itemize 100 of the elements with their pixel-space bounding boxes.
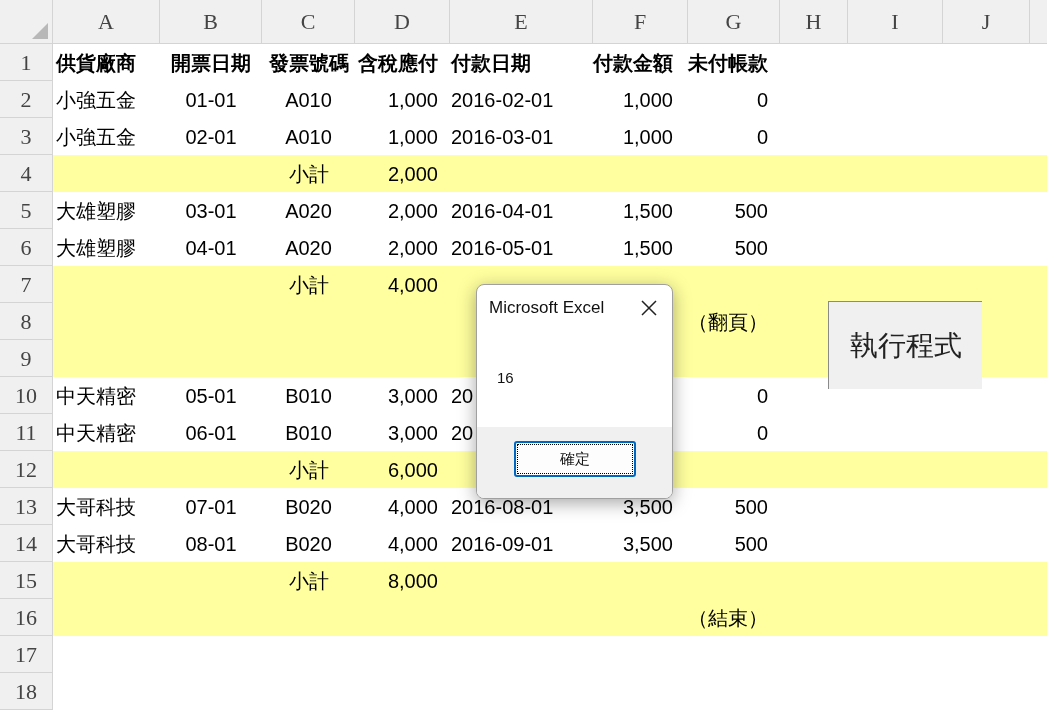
row-header[interactable]: 18	[0, 673, 53, 710]
table-cell-text: 8,000	[387, 568, 438, 594]
table-cell-text: 500	[734, 531, 768, 557]
row-header[interactable]: 4	[0, 155, 53, 192]
table-cell-text: 3,000	[387, 420, 438, 446]
table-cell-text: 大雄塑膠	[56, 235, 136, 261]
column-header[interactable]: A	[53, 0, 160, 43]
column-title: 含稅應付	[358, 50, 438, 76]
table-cell-text: 2016-04-01	[451, 198, 554, 224]
column-title: 未付帳款	[688, 50, 768, 76]
table-cell-text: A010	[285, 124, 332, 150]
table-cell-text: 3,500	[622, 494, 673, 520]
table-cell-text: B010	[285, 383, 332, 409]
table-cell-text: 小計	[288, 568, 329, 594]
table-cell-text: 01-01	[185, 87, 237, 113]
dialog-title: Microsoft Excel	[489, 297, 605, 319]
table-cell-text: 1,000	[622, 87, 673, 113]
table-cell-text: 0	[756, 383, 768, 409]
table-cell-text: 4,000	[387, 494, 438, 520]
table-cell-text: 1,000	[622, 124, 673, 150]
table-cell-text: 04-01	[185, 235, 237, 261]
row-header[interactable]: 12	[0, 451, 53, 488]
table-cell-text: （翻頁）	[688, 309, 768, 335]
row-header[interactable]: 13	[0, 488, 53, 525]
row-header[interactable]: 14	[0, 525, 53, 562]
row-header[interactable]: 16	[0, 599, 53, 636]
column-title: 發票號碼	[268, 50, 349, 76]
table-cell-text: B020	[285, 494, 332, 520]
table-cell-text: 02-01	[185, 124, 237, 150]
table-cell-text: A010	[285, 87, 332, 113]
corner-triangle-icon	[32, 23, 48, 39]
row-header[interactable]: 17	[0, 636, 53, 673]
table-cell-text: 3,000	[387, 383, 438, 409]
column-header[interactable]: G	[688, 0, 780, 43]
row-header[interactable]: 9	[0, 340, 53, 377]
table-cell-text: 500	[734, 198, 768, 224]
column-header[interactable]: E	[450, 0, 593, 43]
row-header[interactable]: 15	[0, 562, 53, 599]
column-header[interactable]: J	[943, 0, 1030, 43]
row-header[interactable]: 7	[0, 266, 53, 303]
table-cell-text: 3,500	[622, 531, 673, 557]
table-cell-text: 小計	[288, 161, 329, 187]
table-cell-text: 0	[756, 124, 768, 150]
table-cell-text: B020	[285, 531, 332, 557]
table-cell-text: 2016-08-01	[451, 494, 554, 520]
column-header[interactable]: C	[262, 0, 355, 43]
table-cell-text: 大哥科技	[56, 531, 136, 557]
table-cell-text: 中天精密	[56, 383, 136, 409]
column-title: 付款金額	[593, 50, 673, 76]
row-header[interactable]: 10	[0, 377, 53, 414]
table-cell-text: 2016-03-01	[451, 124, 554, 150]
table-cell-text: A020	[285, 198, 332, 224]
column-title: 付款日期	[451, 50, 531, 76]
table-cell-text: 2016-09-01	[451, 531, 554, 557]
table-cell-text: 1,000	[387, 124, 438, 150]
table-cell-text: 小強五金	[56, 124, 136, 150]
row-header[interactable]: 5	[0, 192, 53, 229]
table-cell-text: 08-01	[185, 531, 237, 557]
table-cell-text: 1,500	[622, 198, 673, 224]
table-cell-text: 2016-05-01	[451, 235, 554, 261]
column-header[interactable]: I	[848, 0, 943, 43]
row-header[interactable]: 1	[0, 44, 53, 81]
table-cell-text: 中天精密	[56, 420, 136, 446]
table-cell-text: 6,000	[387, 457, 438, 483]
table-cell-text: 4,000	[387, 272, 438, 298]
column-header[interactable]: D	[355, 0, 450, 43]
table-cell-text: 2016-02-01	[451, 87, 554, 113]
table-cell-text: 07-01	[185, 494, 237, 520]
table-cell-text: 0	[756, 420, 768, 446]
table-cell-text: B010	[285, 420, 332, 446]
table-cell-text: 500	[734, 235, 768, 261]
row-header[interactable]: 2	[0, 81, 53, 118]
table-cell-text: 0	[756, 87, 768, 113]
row-header[interactable]: 3	[0, 118, 53, 155]
column-title: 供貨廠商	[56, 50, 136, 76]
column-header[interactable]: B	[160, 0, 262, 43]
table-cell-text: 2,000	[387, 235, 438, 261]
table-cell-text: 05-01	[185, 383, 237, 409]
table-cell-text: 03-01	[185, 198, 237, 224]
table-cell-text: 1,000	[387, 87, 438, 113]
table-cell-text: A020	[285, 235, 332, 261]
table-cell-text: 大雄塑膠	[56, 198, 136, 224]
column-title: 開票日期	[171, 50, 251, 76]
row-header[interactable]: 6	[0, 229, 53, 266]
column-header[interactable]: F	[593, 0, 688, 43]
table-cell-text: 小計	[288, 272, 329, 298]
table-cell-text: 大哥科技	[56, 494, 136, 520]
table-cell-text: （結束）	[688, 605, 768, 631]
run-macro-button[interactable]: 執行程式	[828, 301, 982, 389]
row-header[interactable]: 11	[0, 414, 53, 451]
table-cell-text: 小強五金	[56, 87, 136, 113]
table-cell-text: 20	[451, 383, 474, 409]
table-cell-text: 4,000	[387, 531, 438, 557]
table-cell-text: 2,000	[387, 198, 438, 224]
ok-button[interactable]: 確定	[513, 441, 636, 477]
table-cell-text: 06-01	[185, 420, 237, 446]
row-header[interactable]: 8	[0, 303, 53, 340]
column-header[interactable]: H	[780, 0, 848, 43]
close-icon[interactable]	[640, 298, 658, 317]
table-cell-text: 小計	[288, 457, 329, 483]
